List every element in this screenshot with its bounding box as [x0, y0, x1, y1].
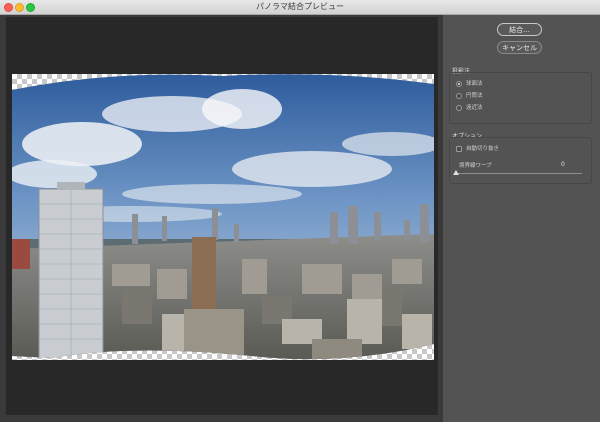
- panorama-preview-image: [12, 74, 434, 360]
- checkbox-icon[interactable]: [456, 146, 462, 152]
- radio-icon[interactable]: [456, 93, 462, 99]
- boundary-warp-slider-track[interactable]: [456, 173, 582, 174]
- panorama-image: [12, 74, 434, 360]
- boundary-warp-value[interactable]: 0: [561, 161, 565, 168]
- boundary-warp-slider-thumb[interactable]: [453, 170, 459, 175]
- boundary-warp-label: 境界線ワープ: [459, 163, 492, 169]
- radio-icon[interactable]: [456, 105, 462, 111]
- cancel-button[interactable]: キャンセル: [497, 41, 542, 54]
- window-title: パノラマ結合プレビュー: [256, 2, 344, 11]
- radio-selected-icon[interactable]: [456, 81, 462, 87]
- merge-button[interactable]: 結合...: [497, 23, 542, 36]
- title-bar: パノラマ結合プレビュー: [0, 0, 600, 15]
